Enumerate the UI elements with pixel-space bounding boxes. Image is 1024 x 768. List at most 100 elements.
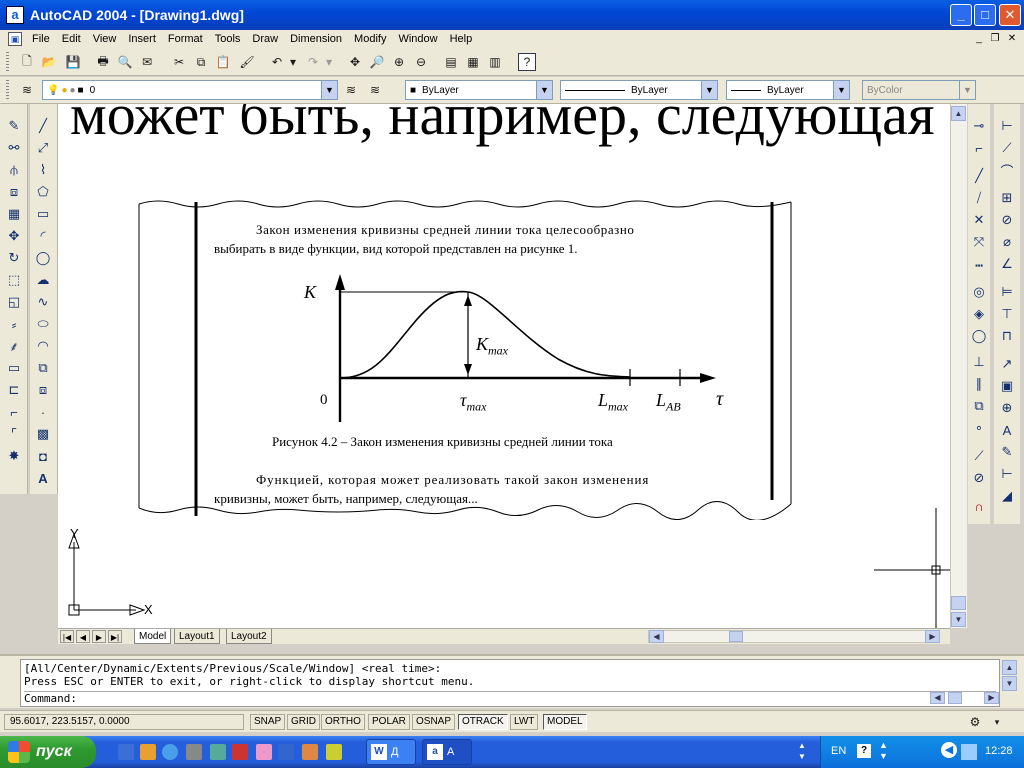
open-file-icon[interactable]: 📂 xyxy=(40,53,58,71)
copy-object-icon[interactable]: ⚯ xyxy=(4,138,24,158)
spline-icon[interactable]: ∿ xyxy=(33,292,53,312)
polar-toggle[interactable]: POLAR xyxy=(368,714,410,730)
extend-icon[interactable]: ⸙ xyxy=(4,336,24,356)
linetype-dropdown[interactable]: ByLayer ▼ xyxy=(560,80,718,100)
zoom-window-icon[interactable]: ⊕ xyxy=(390,53,408,71)
quicklaunch-app3-icon[interactable] xyxy=(232,744,248,760)
otrack-toggle[interactable]: OTRACK xyxy=(458,714,508,730)
snap-endpoint-icon[interactable]: ╱ xyxy=(969,166,989,186)
mirror-icon[interactable]: ⫛ xyxy=(4,160,24,180)
last-tab-icon[interactable]: ▶| xyxy=(108,630,122,643)
tab-layout2[interactable]: Layout2 xyxy=(226,629,272,644)
menu-modify[interactable]: Modify xyxy=(348,30,392,48)
cmd-scroll-thumb[interactable] xyxy=(948,692,962,704)
menu-format[interactable]: Format xyxy=(162,30,209,48)
hatch-icon[interactable]: ▩ xyxy=(33,424,53,444)
chevron-down-icon[interactable]: ▼ xyxy=(701,81,717,99)
linear-dimension-icon[interactable]: ⊢ xyxy=(997,116,1017,136)
menu-view[interactable]: View xyxy=(87,30,123,48)
coordinates-display[interactable]: 95.6017, 223.5157, 0.0000 xyxy=(4,714,244,730)
menu-file[interactable]: File xyxy=(26,30,56,48)
quicklaunch-app4-icon[interactable] xyxy=(256,744,272,760)
arc-length-icon[interactable]: ⌒ xyxy=(997,160,1017,180)
diameter-dimension-icon[interactable]: ⌀ xyxy=(997,232,1017,252)
quicklaunch-app2-icon[interactable] xyxy=(210,744,226,760)
line-icon[interactable]: ╱ xyxy=(33,116,53,136)
ellipse-arc-icon[interactable]: ◠ xyxy=(33,336,53,356)
cmd-scroll-down-icon[interactable]: ▼ xyxy=(1002,676,1017,691)
menu-dimension[interactable]: Dimension xyxy=(284,30,348,48)
cut-icon[interactable]: ✂ xyxy=(170,53,188,71)
tolerance-icon[interactable]: ▣ xyxy=(997,376,1017,396)
chevron-down-icon[interactable]: ▼ xyxy=(833,81,849,99)
make-object-layer-current-icon[interactable]: ≋ xyxy=(342,81,360,99)
layer-manager-icon[interactable]: ≋ xyxy=(18,81,36,99)
snap-extension-icon[interactable]: ┅ xyxy=(969,256,989,276)
tab-layout1[interactable]: Layout1 xyxy=(174,629,220,644)
snap-parallel-icon[interactable]: ∥ xyxy=(969,374,989,394)
command-prompt[interactable]: Command: xyxy=(24,691,996,705)
maximize-button[interactable]: □ xyxy=(974,4,996,26)
polygon-icon[interactable]: ⬠ xyxy=(33,182,53,202)
menu-window[interactable]: Window xyxy=(392,30,443,48)
snap-quadrant-icon[interactable]: ◈ xyxy=(969,304,989,324)
communication-center-icon[interactable]: ⚙ xyxy=(966,713,984,731)
osnap-toggle[interactable]: OSNAP xyxy=(412,714,456,730)
status-menu-icon[interactable]: ▾ xyxy=(988,713,1006,731)
vertical-scroll-thumb[interactable] xyxy=(951,596,966,610)
dimension-text-edit-icon[interactable]: ✎ xyxy=(997,442,1017,462)
save-icon[interactable]: 💾 xyxy=(64,53,82,71)
rotate-icon[interactable]: ↻ xyxy=(4,248,24,268)
polyline-icon[interactable]: ⌇ xyxy=(33,160,53,180)
minimize-button[interactable]: _ xyxy=(950,4,972,26)
copy-icon[interactable]: ⧉ xyxy=(192,53,210,71)
first-tab-icon[interactable]: |◀ xyxy=(60,630,74,643)
clock[interactable]: 12:28 xyxy=(985,745,1013,757)
point-icon[interactable]: · xyxy=(33,402,53,422)
menu-insert[interactable]: Insert xyxy=(122,30,162,48)
cmd-scroll-right-icon[interactable]: ▶ xyxy=(984,692,999,704)
offset-icon[interactable]: ⧈ xyxy=(4,182,24,202)
snap-node-icon[interactable]: ∘ xyxy=(969,418,989,438)
help-icon[interactable]: ? xyxy=(518,53,536,71)
array-icon[interactable]: ▦ xyxy=(4,204,24,224)
new-file-icon[interactable]: 🗋 xyxy=(18,53,36,71)
quicklaunch-app6-icon[interactable] xyxy=(326,744,342,760)
snap-midpoint-icon[interactable]: ⧸ xyxy=(969,188,989,208)
redo-icon[interactable]: ↷ xyxy=(304,53,322,71)
radius-dimension-icon[interactable]: ⊘ xyxy=(997,210,1017,230)
prev-tab-icon[interactable]: ◀ xyxy=(76,630,90,643)
chevron-down-icon[interactable]: ▼ xyxy=(321,81,337,99)
publish-icon[interactable]: ✉ xyxy=(138,53,156,71)
large-text[interactable]: может быть, например, следующая xyxy=(70,104,935,150)
grid-toggle[interactable]: GRID xyxy=(287,714,320,730)
command-history[interactable]: [All/Center/Dynamic/Extents/Previous/Sca… xyxy=(20,659,1000,707)
quicklaunch-app-icon[interactable] xyxy=(140,744,156,760)
doc-close-icon[interactable]: ✕ xyxy=(1005,32,1019,46)
internet-explorer-icon[interactable] xyxy=(162,744,178,760)
revision-cloud-icon[interactable]: ☁ xyxy=(33,270,53,290)
osnap-settings-icon[interactable]: ∩ xyxy=(969,496,989,516)
horizontal-scrollbar[interactable]: ◀ ▶ xyxy=(648,630,940,643)
quicklaunch-save-icon[interactable] xyxy=(278,744,294,760)
language-indicator[interactable]: EN xyxy=(831,745,846,757)
break-at-point-icon[interactable]: ⊏ xyxy=(4,380,24,400)
color-dropdown[interactable]: ■ ByLayer ▼ xyxy=(405,80,553,100)
insert-block-icon[interactable]: ⧉ xyxy=(33,358,53,378)
task-word[interactable]: W Д xyxy=(366,739,416,765)
quicklaunch-app5-icon[interactable] xyxy=(302,744,318,760)
task-autocad[interactable]: a A xyxy=(422,739,472,765)
menu-tools[interactable]: Tools xyxy=(209,30,247,48)
close-button[interactable]: ✕ xyxy=(999,4,1021,26)
snap-nearest-icon[interactable]: ⟋ xyxy=(969,446,989,466)
undo-icon[interactable]: ↶ xyxy=(268,53,286,71)
model-toggle[interactable]: MODEL xyxy=(543,714,587,730)
dimension-edit-icon[interactable]: A xyxy=(997,420,1017,440)
lwt-toggle[interactable]: LWT xyxy=(510,714,539,730)
temp-track-point-icon[interactable]: ⊸ xyxy=(969,116,989,136)
horizontal-scroll-thumb[interactable] xyxy=(729,631,743,642)
cmd-scroll-up-icon[interactable]: ▲ xyxy=(1002,660,1017,675)
ordinate-dimension-icon[interactable]: ⊞ xyxy=(997,188,1017,208)
continue-dimension-icon[interactable]: ⊓ xyxy=(997,326,1017,346)
paste-icon[interactable]: 📋 xyxy=(214,53,232,71)
